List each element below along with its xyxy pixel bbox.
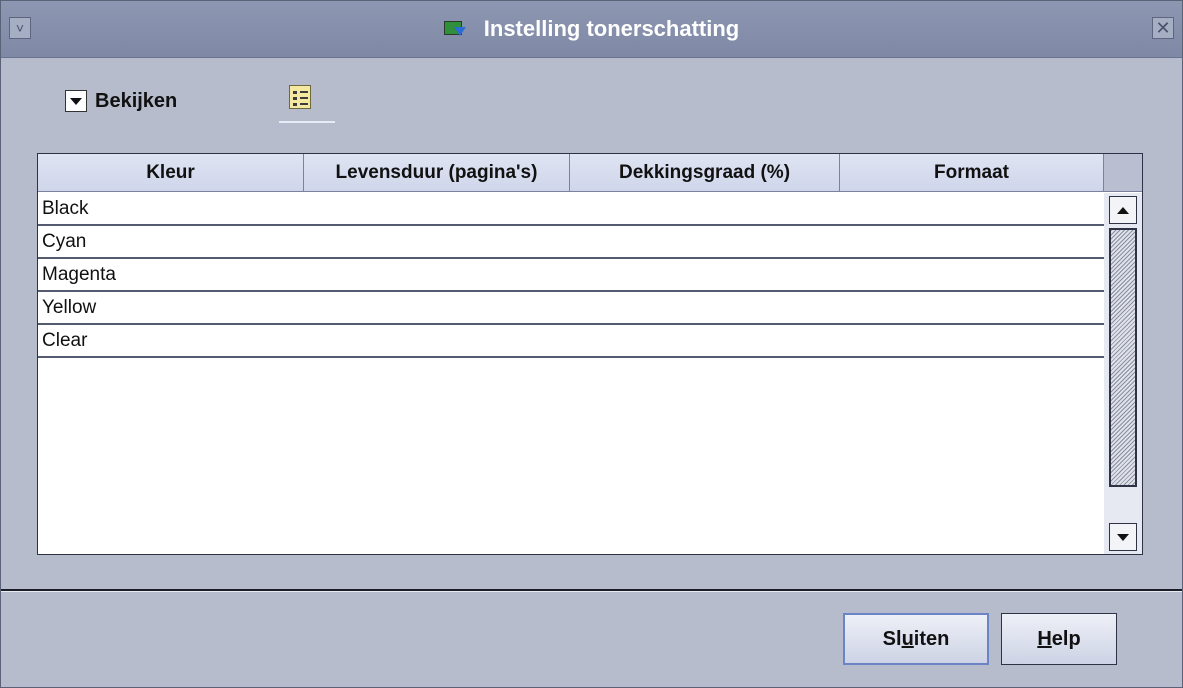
title-area: Instelling tonerschatting: [1, 1, 1182, 57]
column-header-levensduur[interactable]: Levensduur (pagina's): [304, 154, 570, 192]
chevron-down-icon: [70, 97, 82, 105]
scroll-down-button[interactable]: [1109, 523, 1137, 551]
arrow-up-icon: [1117, 206, 1129, 214]
window-title: Instelling tonerschatting: [483, 16, 740, 41]
title-bar[interactable]: ˅ Instelling tonerschatting ✕: [1, 1, 1182, 58]
header-corner: [1104, 154, 1142, 192]
close-button-label-end: iten: [913, 627, 950, 650]
view-dropdown-toggle[interactable]: [65, 90, 87, 112]
table-body: Black Cyan Magenta Yellow Clear: [38, 193, 1104, 358]
view-label[interactable]: Bekijken: [95, 90, 177, 113]
cell-color: Clear: [42, 329, 88, 351]
close-button[interactable]: Sl u iten: [843, 613, 989, 665]
column-header-kleur[interactable]: Kleur: [38, 154, 304, 192]
vertical-scrollbar[interactable]: [1104, 193, 1142, 554]
toner-table: Kleur Levensduur (pagina's) Dekkingsgraa…: [37, 153, 1143, 555]
close-window-button[interactable]: ✕: [1152, 17, 1174, 39]
dialog-window: ˅ Instelling tonerschatting ✕ Bekijken K…: [0, 0, 1183, 688]
arrow-down-icon: [1117, 533, 1129, 541]
column-header-dekkingsgraad[interactable]: Dekkingsgraad (%): [570, 154, 840, 192]
table-header: Kleur Levensduur (pagina's) Dekkingsgraa…: [38, 154, 1104, 192]
list-view-button[interactable]: [279, 81, 335, 125]
close-icon: ✕: [1155, 18, 1171, 38]
cell-color: Magenta: [42, 263, 116, 285]
close-button-mnemonic: u: [901, 627, 914, 650]
table-row[interactable]: Magenta: [38, 259, 1104, 292]
column-header-formaat[interactable]: Formaat: [840, 154, 1104, 192]
footer-divider-highlight: [1, 591, 1182, 592]
cell-color: Cyan: [42, 230, 87, 252]
scroll-up-button[interactable]: [1109, 196, 1137, 224]
table-row[interactable]: Black: [38, 193, 1104, 226]
scroll-thumb[interactable]: [1109, 228, 1137, 487]
list-view-icon: [289, 85, 311, 109]
help-button-mnemonic: H: [1037, 627, 1052, 650]
close-button-label-start: Sl: [882, 627, 902, 650]
app-icon: [443, 19, 466, 39]
table-row[interactable]: Yellow: [38, 292, 1104, 325]
table-row[interactable]: Clear: [38, 325, 1104, 358]
cell-color: Black: [42, 197, 89, 219]
table-row[interactable]: Cyan: [38, 226, 1104, 259]
cell-color: Yellow: [42, 296, 97, 318]
help-button[interactable]: Help: [1001, 613, 1117, 665]
active-view-indicator: [279, 121, 335, 123]
view-menu[interactable]: Bekijken: [65, 87, 177, 115]
help-button-label-end: elp: [1051, 627, 1081, 650]
